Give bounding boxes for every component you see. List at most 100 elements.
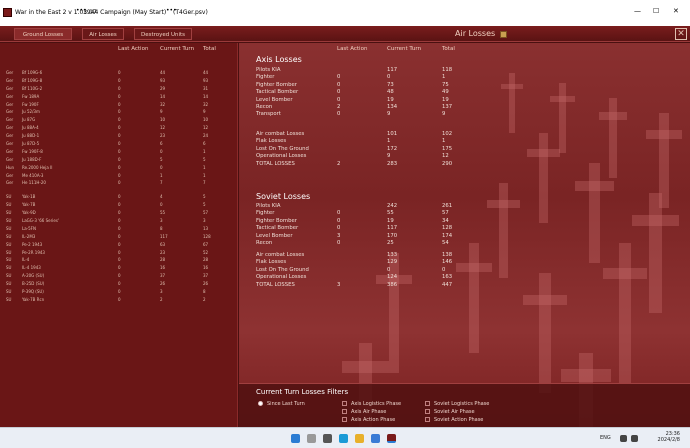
filter-axis-logistics[interactable]: Axis Logistics Phase xyxy=(342,400,401,408)
file-explorer-icon[interactable] xyxy=(355,434,364,443)
aircraft-row[interactable]: Ger Fw 189A 0 14 14 xyxy=(0,93,238,101)
aircraft-row[interactable]: Ger He 111H-20 0 7 7 xyxy=(0,179,238,187)
aircraft-row[interactable]: SU Pe-2R 1943 0 23 52 xyxy=(0,249,238,257)
since-last-turn-radio[interactable]: Since Last Turn xyxy=(258,400,305,408)
aircraft-row[interactable]: Ger Bf 109G-6 0 44 44 xyxy=(0,69,238,77)
total: 174 xyxy=(442,232,453,239)
aircraft-row[interactable]: Ger Ju 188D-F 0 5 5 xyxy=(0,156,238,164)
maximize-button[interactable]: ☐ xyxy=(653,7,659,15)
minimize-button[interactable]: — xyxy=(634,7,641,15)
aircraft-row[interactable]: SU B-25D (SU) 0 26 26 xyxy=(0,280,238,288)
aircraft-row[interactable]: Ger Ju 88A-4 0 12 12 xyxy=(0,124,238,132)
cell-aircraft: Re.2000 Heja II xyxy=(22,164,53,170)
window-titlebar: War in the East 2 v 1.03.07 ••• 1944 Cam… xyxy=(0,0,690,26)
total: 12 xyxy=(442,153,449,160)
filter-soviet-logistics[interactable]: Soviet Logistics Phase xyxy=(425,400,489,408)
last-action: 0 xyxy=(337,111,341,118)
loss-category: Lost On The Ground xyxy=(256,266,309,273)
loss-category: Flak Losses xyxy=(256,138,287,145)
window-close-button[interactable]: ✕ xyxy=(673,7,679,15)
cell-current-turn: 0 xyxy=(160,202,163,208)
cell-total: 28 xyxy=(203,257,209,263)
cell-last-action: 0 xyxy=(118,180,121,186)
close-button[interactable]: ✕ xyxy=(675,28,687,40)
aircraft-row[interactable]: Ger Ju 87D-5 0 6 6 xyxy=(0,140,238,148)
cell-aircraft: IL-4 1943 xyxy=(22,265,41,271)
filter-soviet-air[interactable]: Soviet Air Phase xyxy=(425,408,475,416)
cell-aircraft: IL-4 xyxy=(22,257,30,263)
cell-aircraft: Yak-1B xyxy=(22,194,36,200)
aircraft-row[interactable]: SU Yak-7B 0 0 5 xyxy=(0,201,238,209)
filter-axis-air[interactable]: Axis Air Phase xyxy=(342,408,386,416)
header-total: Total xyxy=(442,46,455,52)
cell-current-turn: 6 xyxy=(160,141,163,147)
cell-aircraft: Ju 52/3m xyxy=(22,109,40,115)
cell-total: 5 xyxy=(203,202,206,208)
filter-axis-action[interactable]: Axis Action Phase xyxy=(342,416,395,424)
cell-last-action: 0 xyxy=(118,93,121,99)
start-icon[interactable] xyxy=(291,434,300,443)
tab-ground-losses[interactable]: Ground Losses xyxy=(14,28,72,40)
cell-last-action: 0 xyxy=(118,281,121,287)
cell-nation: SU xyxy=(6,218,12,224)
aircraft-row[interactable]: Ger Me 410A-3 0 1 1 xyxy=(0,172,238,180)
cell-nation: SU xyxy=(6,265,12,271)
loss-category: Lost On The Ground xyxy=(256,145,309,152)
cell-total: 1 xyxy=(203,148,206,154)
aircraft-row[interactable]: Hun Re.2000 Heja II 0 0 1 xyxy=(0,164,238,172)
task-view-icon[interactable] xyxy=(323,434,332,443)
cell-last-action: 0 xyxy=(118,117,121,123)
aircraft-row[interactable]: SU IL-4 0 28 28 xyxy=(0,256,238,264)
aircraft-row[interactable]: SU P-39Q (SU) 0 3 8 xyxy=(0,288,238,296)
aircraft-row[interactable]: SU Yak-7B Rcn 0 2 2 xyxy=(0,296,238,304)
aircraft-row[interactable]: Ger Ju 52/3m 0 9 9 xyxy=(0,108,238,116)
language-indicator[interactable]: ENG xyxy=(600,435,611,441)
edge-icon[interactable] xyxy=(339,434,348,443)
cell-aircraft: Yak-7B xyxy=(22,202,36,208)
aircraft-row[interactable]: SU LaGG-3 '66 Series' 0 3 3 xyxy=(0,217,238,225)
aircraft-row[interactable]: Ger Ju 88D-1 0 23 24 xyxy=(0,132,238,140)
current-turn: 55 xyxy=(387,210,394,217)
clock-date: 2024/2/8 xyxy=(657,437,680,443)
aircraft-row[interactable]: SU Yak-1B 0 4 5 xyxy=(0,193,238,201)
windows-taskbar: ENG 23:36 2024/2/8 xyxy=(0,427,690,448)
tab-destroyed-units[interactable]: Destroyed Units xyxy=(134,28,192,40)
cell-aircraft: Bf 109G-8 xyxy=(22,77,43,83)
volume-icon[interactable] xyxy=(631,435,638,442)
total: 447 xyxy=(442,281,453,288)
aircraft-row[interactable]: SU La-5FN 0 8 13 xyxy=(0,225,238,233)
cell-current-turn: 63 xyxy=(160,241,166,247)
panel-title: Air Losses xyxy=(455,29,496,38)
aircraft-row[interactable]: SU A-20G (SU) 0 37 37 xyxy=(0,272,238,280)
aircraft-row[interactable]: Ger Ju 87G 0 10 10 xyxy=(0,116,238,124)
aircraft-row[interactable]: Ger Bf 109G-8 0 93 93 xyxy=(0,77,238,85)
cell-current-turn: 44 xyxy=(160,70,166,75)
aircraft-row[interactable]: SU IL-4 1943 0 16 16 xyxy=(0,264,238,272)
aircraft-row[interactable]: SU Yak-9D 0 55 57 xyxy=(0,209,238,217)
filter-soviet-action[interactable]: Soviet Action Phase xyxy=(425,416,483,424)
info-icon[interactable] xyxy=(500,31,507,38)
aircraft-row[interactable]: SU Pe-2 1943 0 63 67 xyxy=(0,241,238,249)
current-turn: 0 xyxy=(387,266,391,273)
network-icon[interactable] xyxy=(620,435,627,442)
cell-aircraft: LaGG-3 '66 Series' xyxy=(22,218,59,224)
aircraft-row[interactable]: Ger Bf 110G-2 0 29 31 xyxy=(0,85,238,93)
cell-current-turn: 32 xyxy=(160,101,166,107)
aircraft-row[interactable]: Ger Fw 190F-8 0 0 1 xyxy=(0,148,238,156)
aircraft-row[interactable]: SU IL-2M3 0 117 128 xyxy=(0,233,238,241)
game-taskbar-icon[interactable] xyxy=(387,434,396,443)
axis-loss-row: TOTAL LOSSES 2 283 290 xyxy=(239,161,690,168)
search-icon[interactable] xyxy=(307,434,316,443)
cell-current-turn: 26 xyxy=(160,281,166,287)
axis-loss-row: Flak Losses 1 1 xyxy=(239,138,690,145)
cell-current-turn: 23 xyxy=(160,133,166,139)
cell-aircraft: Pe-2R 1943 xyxy=(22,249,45,255)
loss-category: TOTAL LOSSES xyxy=(256,160,295,167)
aircraft-row[interactable]: Ger Fw 190F 0 32 32 xyxy=(0,101,238,109)
clock[interactable]: 23:36 2024/2/8 xyxy=(650,431,680,443)
store-icon[interactable] xyxy=(371,434,380,443)
cell-last-action: 0 xyxy=(118,265,121,271)
cell-nation: SU xyxy=(6,257,12,263)
tab-air-losses[interactable]: Air Losses xyxy=(82,28,124,40)
checkbox-icon xyxy=(425,401,430,406)
